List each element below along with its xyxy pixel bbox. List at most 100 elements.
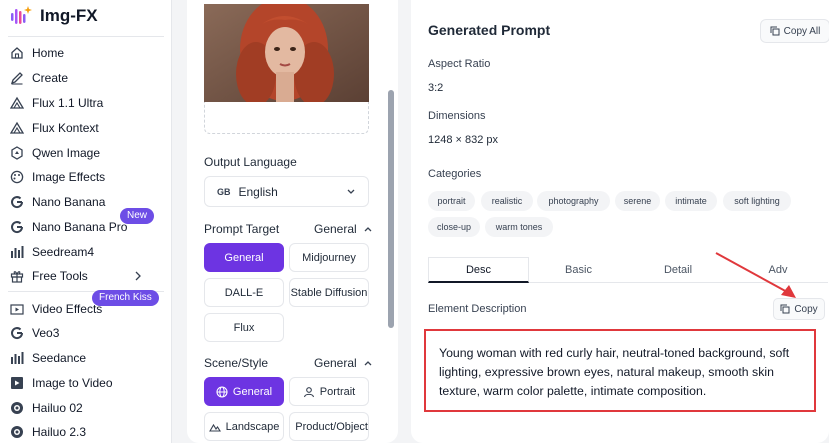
button-label: General <box>224 251 264 264</box>
result-title: Generated Prompt <box>428 22 551 38</box>
user-icon <box>303 386 314 397</box>
button-label: Stable Diffusion <box>290 286 368 299</box>
tab-label: Basic <box>565 264 592 276</box>
sidebar-item-hailuo-02[interactable]: Hailuo 02 <box>10 397 165 419</box>
sidebar-item-home[interactable]: Home <box>10 42 165 64</box>
hailuo-icon <box>11 426 23 438</box>
target-general-button[interactable]: General <box>204 243 284 272</box>
google-icon <box>11 221 24 234</box>
bars-icon <box>11 246 24 258</box>
pen-icon <box>10 72 23 85</box>
chevron-right-icon <box>135 271 141 281</box>
category-tag: realistic <box>481 191 533 211</box>
copy-label: Copy <box>794 303 818 315</box>
sidebar-item-qwen-image[interactable]: Qwen Image <box>10 142 165 164</box>
app-name: Img-FX <box>40 6 98 25</box>
button-label: DALL-E <box>224 286 264 299</box>
sidebar-item-label: Hailuo 2.3 <box>32 425 87 439</box>
button-label: General <box>232 385 273 398</box>
prompt-target-label: Prompt Target <box>204 222 280 236</box>
google-icon <box>11 327 24 340</box>
chevron-up-icon <box>364 227 372 232</box>
categories-label: Categories <box>428 168 482 180</box>
target-stable-diffusion-button[interactable]: Stable Diffusion <box>289 278 369 307</box>
style-general-button[interactable]: General <box>204 377 284 406</box>
button-label: Portrait <box>319 385 356 398</box>
tab-label: Adv <box>768 264 788 276</box>
copy-all-label: Copy All <box>783 25 821 37</box>
chevron-down-icon <box>347 189 355 194</box>
sidebar-item-label: Image Effects <box>32 170 106 184</box>
scene-style-toggle[interactable]: General <box>314 356 373 370</box>
category-tag: close-up <box>428 217 480 237</box>
sidebar-item-image-to-video[interactable]: Image to Video <box>10 372 165 394</box>
category-tag: soft lighting <box>723 191 791 211</box>
uploaded-image[interactable] <box>204 4 369 102</box>
sidebar-item-label: Nano Banana <box>32 195 106 209</box>
output-language-label: Output Language <box>204 155 297 169</box>
sidebar-item-label: Seedream4 <box>32 245 95 259</box>
prompt-target-mode: General <box>314 222 357 236</box>
style-portrait-button[interactable]: Portrait <box>289 377 369 406</box>
sidebar-item-flux-kontext[interactable]: Flux Kontext <box>10 117 165 139</box>
app-logo[interactable]: Img-FX <box>10 5 98 27</box>
copy-button[interactable]: Copy <box>773 298 825 320</box>
scrollbar-thumb[interactable] <box>388 90 394 328</box>
scrollbar[interactable] <box>388 0 394 443</box>
aspect-ratio-label: Aspect Ratio <box>428 58 491 70</box>
sidebar-item-seedance[interactable]: Seedance <box>10 347 165 369</box>
sidebar-item-label: Free Tools <box>32 269 88 283</box>
copy-icon <box>780 304 790 314</box>
style-landscape-button[interactable]: Landscape <box>204 412 284 441</box>
sidebar-item-create[interactable]: Create <box>10 67 165 89</box>
bars-icon <box>11 352 24 364</box>
sidebar-item-image-effects[interactable]: Image Effects <box>10 166 165 188</box>
target-midjourney-button[interactable]: Midjourney <box>289 243 369 272</box>
sidebar-item-label: Hailuo 02 <box>32 401 83 415</box>
sidebar-item-flux-ultra[interactable]: Flux 1.1 Ultra <box>10 92 165 114</box>
tab-desc[interactable]: Desc <box>428 257 529 283</box>
scene-style-label: Scene/Style <box>204 356 269 370</box>
sidebar-item-seedream4[interactable]: Seedream4 <box>10 241 165 263</box>
sidebar-item-label: Seedance <box>32 351 87 365</box>
prompt-target-toggle[interactable]: General <box>314 222 373 236</box>
image-dropzone[interactable] <box>204 102 369 134</box>
sidebar-item-label: Flux 1.1 Ultra <box>32 96 104 110</box>
copy-icon <box>770 26 780 36</box>
tab-label: Desc <box>465 263 492 276</box>
aspect-ratio-value: 3:2 <box>428 82 444 94</box>
tab-basic[interactable]: Basic <box>529 257 628 283</box>
sidebar: Img-FX Home Create Flux 1.1 Ultra Flux K… <box>0 0 172 443</box>
mountain-icon <box>208 423 221 432</box>
logo-icon <box>11 6 32 24</box>
copy-all-button[interactable]: Copy All <box>760 19 829 43</box>
sidebar-item-veo3[interactable]: Veo3 <box>10 322 165 344</box>
target-flux-button[interactable]: Flux <box>204 313 284 342</box>
sidebar-item-video-effects[interactable]: Video Effects <box>10 298 165 320</box>
style-product-button[interactable]: Product/Object <box>289 412 369 441</box>
category-tag: photography <box>537 191 610 211</box>
google-icon <box>11 196 24 209</box>
scene-style-mode: General <box>314 356 357 370</box>
home-icon <box>11 47 23 59</box>
result-tabs: Desc Basic Detail Adv <box>428 257 828 283</box>
new-badge: New <box>120 208 155 224</box>
tab-label: Detail <box>663 264 693 276</box>
language-code: GB <box>217 186 231 197</box>
category-tag: warm tones <box>485 217 553 237</box>
element-description-text: Young woman with red curly hair, neutral… <box>424 329 816 412</box>
globe-icon <box>216 385 228 398</box>
dimensions-value: 1248 × 832 px <box>428 134 499 146</box>
tab-detail[interactable]: Detail <box>628 257 728 283</box>
language-select[interactable]: GB English <box>204 176 369 207</box>
button-label: Midjourney <box>302 251 356 264</box>
hailuo-icon <box>11 402 23 414</box>
tab-adv[interactable]: Adv <box>728 257 828 283</box>
sidebar-item-label: Home <box>32 46 65 60</box>
language-value: English <box>238 184 278 199</box>
target-dalle-button[interactable]: DALL-E <box>204 278 284 307</box>
sidebar-item-hailuo-2-3[interactable]: Hailuo 2.3 <box>10 421 165 443</box>
button-label: Product/Object <box>295 420 368 433</box>
sidebar-item-free-tools[interactable]: Free Tools <box>10 265 165 287</box>
flux-icon <box>10 96 24 109</box>
